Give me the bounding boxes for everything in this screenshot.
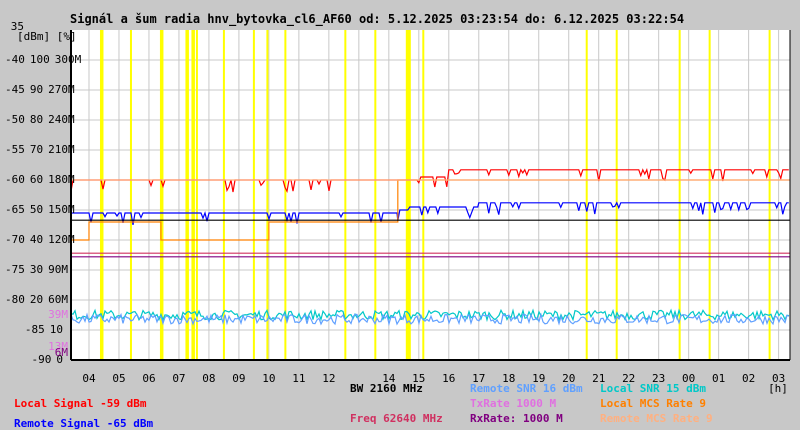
y-tick-rate: 150M xyxy=(48,203,75,216)
y-tick-rate: 240M xyxy=(48,113,75,126)
y-tick-dbm: -60 xyxy=(5,173,25,186)
y-tick-label: -75 30 90M xyxy=(0,263,68,276)
y-tick-dbm: -85 xyxy=(24,323,45,336)
y-tick-pct: 100 xyxy=(29,53,50,66)
y-tick-pct: 80 xyxy=(29,113,44,126)
y-tick-rate: 90M xyxy=(48,263,68,276)
remote-mcs-label: Remote MCS Rate 9 xyxy=(600,412,713,425)
y-tick-rate: 300M xyxy=(54,53,82,66)
rate-label: 39M xyxy=(48,308,68,321)
y-tick-pct: 10 xyxy=(49,323,63,336)
y-tick-dbm: -55 xyxy=(5,143,25,156)
remote-snr-label: Remote SNR 16 dBm xyxy=(470,382,583,395)
rate-label: 6M xyxy=(54,346,68,359)
y-tick-dbm: -80 xyxy=(5,293,25,306)
x-tick-label: 09 xyxy=(232,372,246,385)
y-tick-label: -70 40 120M xyxy=(0,233,75,246)
x-tick-label: 06 xyxy=(142,372,156,385)
x-tick-label: 12 xyxy=(322,372,336,385)
y-tick-label: -65 50 150M xyxy=(0,203,75,216)
y-tick-dbm: -45 xyxy=(5,83,25,96)
local-mcs-label: Local MCS Rate 9 xyxy=(600,397,706,410)
txrate-label: TxRate 1000 M xyxy=(470,397,557,410)
y-tick-rate: 180M xyxy=(48,173,75,186)
y-tick-pct: 20 xyxy=(29,293,44,306)
x-tick-label: 01 xyxy=(712,372,726,385)
y-tick-dbm: -40 xyxy=(5,53,25,66)
y-tick-pct: 60 xyxy=(29,173,44,186)
x-tick-label: 05 xyxy=(112,372,126,385)
x-tick-label: 04 xyxy=(82,372,96,385)
x-tick-label: 02 xyxy=(741,372,756,385)
bw-label: BW 2160 MHz xyxy=(350,382,423,395)
x-tick-label: 16 xyxy=(442,372,456,385)
y-tick-dbm: -50 xyxy=(5,113,25,126)
y-tick-rate: 210M xyxy=(48,143,75,156)
y-tick-pct: 50 xyxy=(29,203,44,216)
y-tick-pct: 30 xyxy=(29,263,44,276)
y-tick-label: -40 100 300M xyxy=(0,53,81,66)
rxrate-label: RxRate: 1000 M xyxy=(470,412,563,425)
local-signal-label: Local Signal -59 dBm xyxy=(14,397,147,410)
local-snr-label: Local SNR 15 dBm xyxy=(600,382,706,395)
y-tick-rate: 120M xyxy=(48,233,75,246)
y-tick-dbm: -75 xyxy=(5,263,25,276)
signal-noise-graph: Signál a šum radia hnv_bytovka_cl6_AF60 … xyxy=(0,0,800,430)
y-tick-label: -85 10 xyxy=(0,323,68,336)
y-tick-dbm: -70 xyxy=(5,233,25,246)
y-tick-dbm: -65 xyxy=(5,203,25,216)
freq-label: Freq 62640 MHz xyxy=(350,412,443,425)
y-tick-label: -45 90 270M xyxy=(0,83,75,96)
y-tick-label: -80 20 60M xyxy=(0,293,68,306)
y-tick-rate: 60M xyxy=(48,293,68,306)
x-tick-label: 07 xyxy=(172,372,186,385)
y-tick-label: -55 70 210M xyxy=(0,143,75,156)
y-tick-pct: 90 xyxy=(29,83,44,96)
y-tick-pct: 40 xyxy=(29,233,44,246)
x-unit-label: [h] xyxy=(768,382,788,395)
y-tick-label: -50 80 240M xyxy=(0,113,75,126)
y-tick-rate: 270M xyxy=(48,83,75,96)
x-tick-label: 11 xyxy=(292,372,306,385)
y-tick-label: -60 60 180M xyxy=(0,173,75,186)
plot-area xyxy=(70,30,791,361)
remote-signal-label: Remote Signal -65 dBm xyxy=(14,417,154,430)
x-tick-label: 08 xyxy=(202,372,216,385)
y-unit-label: [dBm] [%] xyxy=(17,30,77,43)
y-tick-pct: 70 xyxy=(29,143,44,156)
x-tick-label: 10 xyxy=(262,372,276,385)
